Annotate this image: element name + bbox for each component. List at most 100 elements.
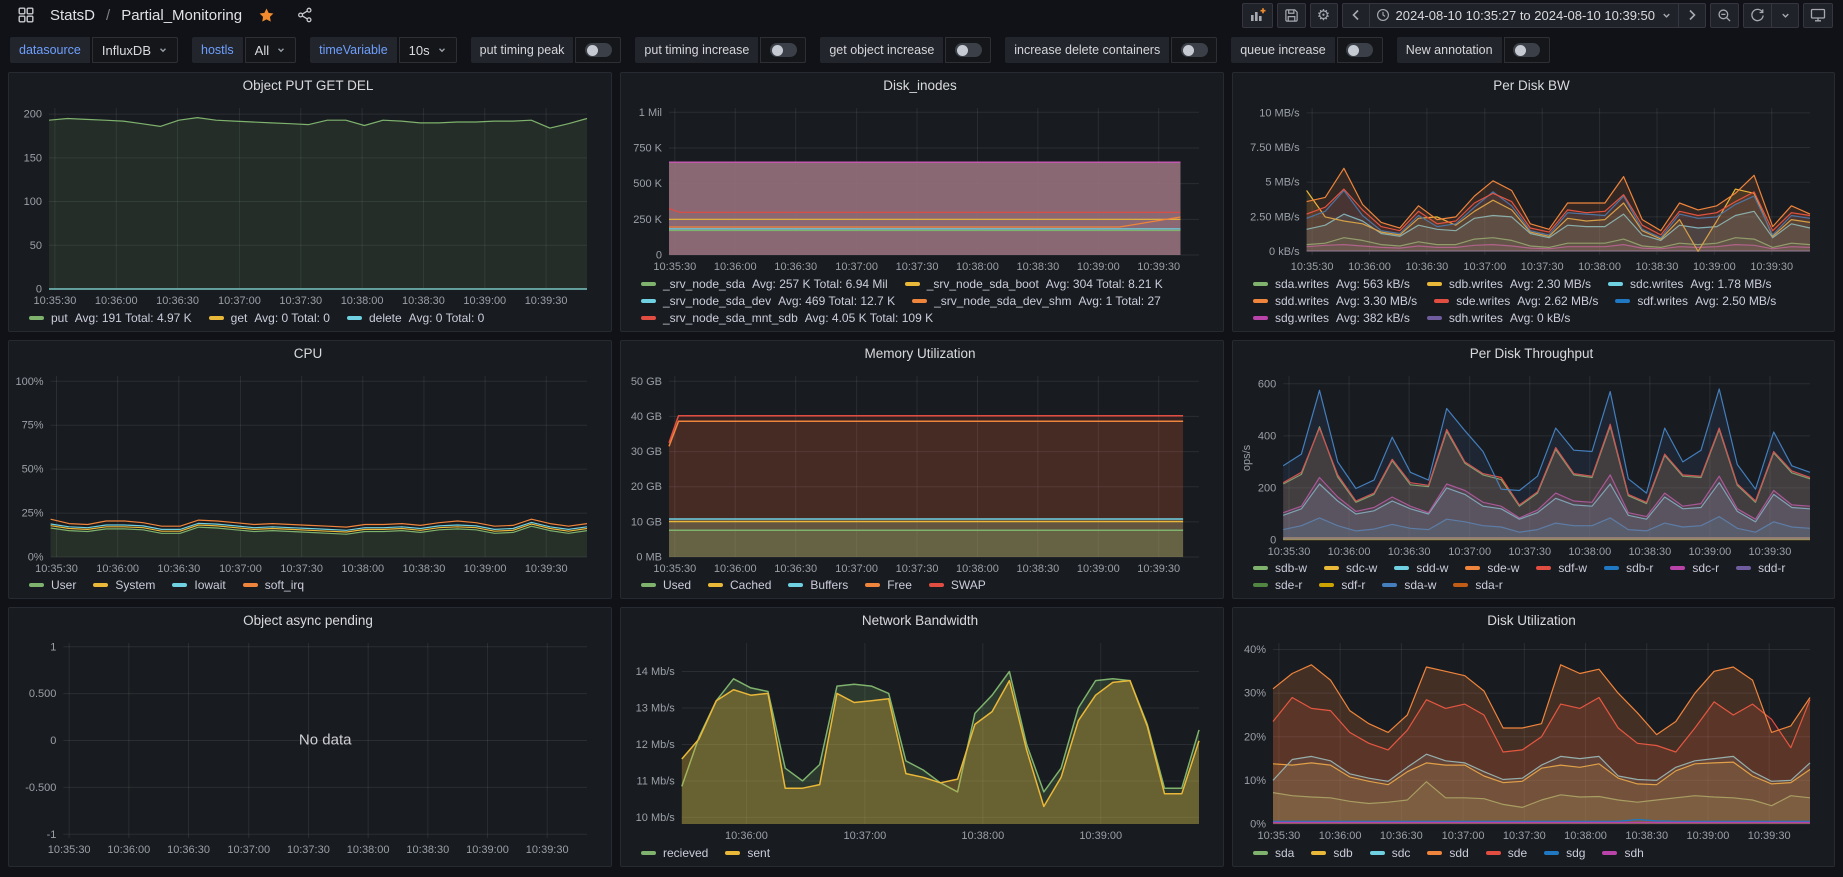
panel-title[interactable]: Network Bandwidth bbox=[627, 613, 1213, 634]
svg-text:50: 50 bbox=[30, 240, 42, 252]
legend-item-sde[interactable]: sde bbox=[1485, 846, 1527, 860]
chart-plot[interactable]: 0 kB/s 2.50 MB/s 5 MB/s 7.50 MB/s 10 MB/s 10:… bbox=[1239, 99, 1824, 275]
toggle-switch[interactable] bbox=[1336, 37, 1383, 63]
svg-text:10:37:30: 10:37:30 bbox=[1503, 830, 1546, 842]
legend-item-_srv_node_sda_dev[interactable]: _srv_node_sda_dev Avg: 469 Total: 12.7 K bbox=[641, 294, 895, 308]
legend-item-sdb.writes[interactable]: sdb.writes Avg: 2.30 MB/s bbox=[1426, 277, 1591, 291]
chart-plot[interactable]: 0% 25% 50% 75% 100% 10:35:30 10:36:00 10:36:30 1… bbox=[15, 367, 601, 577]
refresh-interval-dropdown[interactable] bbox=[1771, 2, 1799, 28]
chart-plot[interactable]: 10 Mb/s 11 Mb/s 12 Mb/s 13 Mb/s 14 Mb/s 10:36… bbox=[627, 634, 1213, 844]
zoom-out-button[interactable] bbox=[1710, 2, 1739, 28]
legend-item-sdd.writes[interactable]: sdd.writes Avg: 3.30 MB/s bbox=[1253, 294, 1417, 308]
legend-item-delete[interactable]: delete Avg: 0 Total: 0 bbox=[346, 311, 484, 325]
legend-item-soft_irq[interactable]: soft_irq bbox=[242, 578, 304, 592]
chart-plot[interactable]: 0% 10% 20% 30% 40% 10:35:30 10:36:00 10:36:30 10… bbox=[1239, 634, 1824, 844]
legend-item-Buffers[interactable]: Buffers bbox=[788, 578, 848, 592]
legend-item-sdh.writes[interactable]: sdh.writes Avg: 0 kB/s bbox=[1426, 311, 1570, 325]
grid-menu-icon[interactable] bbox=[12, 3, 40, 28]
legend-item-sda-w[interactable]: sda-w bbox=[1382, 578, 1436, 592]
legend-item-_srv_node_sda_mnt_sdb[interactable]: _srv_node_sda_mnt_sdb Avg: 4.05 K Total: … bbox=[641, 311, 933, 325]
legend-item-SWAP[interactable]: SWAP bbox=[928, 578, 986, 592]
legend-item-get[interactable]: get Avg: 0 Total: 0 bbox=[208, 311, 330, 325]
variable-value-dropdown[interactable]: All bbox=[244, 37, 297, 63]
variable-value-dropdown[interactable]: InfluxDB bbox=[91, 37, 178, 63]
panel-title[interactable]: Disk_inodes bbox=[627, 78, 1213, 99]
toggle-switch[interactable] bbox=[1503, 37, 1550, 63]
breadcrumb-page-title[interactable]: Partial_Monitoring bbox=[121, 7, 242, 24]
panel-title[interactable]: Per Disk Throughput bbox=[1239, 346, 1824, 367]
panel-title[interactable]: Disk Utilization bbox=[1239, 613, 1824, 634]
legend-item-sdf-w[interactable]: sdf-w bbox=[1536, 561, 1587, 575]
legend-series-stats: Avg: 1.78 MB/s bbox=[1690, 276, 1772, 291]
svg-text:10:39:00: 10:39:00 bbox=[463, 295, 506, 307]
legend-item-Cached[interactable]: Cached bbox=[708, 578, 771, 592]
time-range-forward-button[interactable] bbox=[1678, 2, 1706, 28]
legend-series-name: System bbox=[115, 578, 156, 593]
time-range-picker[interactable]: 2024-08-10 10:35:27 to 2024-08-10 10:39:… bbox=[1368, 2, 1679, 28]
svg-text:0%: 0% bbox=[1250, 819, 1266, 831]
panel-network-bandwidth: Network Bandwidth 10 Mb/s 11 Mb/s 12 Mb/s 1… bbox=[620, 607, 1224, 867]
legend-item-sda-r[interactable]: sda-r bbox=[1453, 578, 1503, 592]
chart-plot[interactable]: 0 200 400 600 10:35:30 10:36:00 10:36:30 10:37:… bbox=[1239, 367, 1824, 560]
legend-item-Iowait[interactable]: Iowait bbox=[172, 578, 226, 592]
panel-title[interactable]: CPU bbox=[15, 346, 601, 367]
legend-item-sdg.writes[interactable]: sdg.writes Avg: 382 kB/s bbox=[1253, 311, 1410, 325]
favorite-star-icon[interactable] bbox=[252, 3, 281, 28]
legend-item-sent[interactable]: sent bbox=[725, 846, 770, 860]
save-dashboard-button[interactable] bbox=[1276, 2, 1306, 28]
legend-series-name: sdg.writes bbox=[1275, 310, 1330, 325]
legend-item-sde-w[interactable]: sde-w bbox=[1465, 561, 1519, 575]
panel-title[interactable]: Object PUT GET DEL bbox=[15, 78, 601, 99]
legend-item-sdd[interactable]: sdd bbox=[1427, 846, 1469, 860]
share-icon[interactable] bbox=[291, 3, 319, 28]
legend-item-sde.writes[interactable]: sde.writes Avg: 2.62 MB/s bbox=[1434, 294, 1598, 308]
legend-item-sda.writes[interactable]: sda.writes Avg: 563 kB/s bbox=[1253, 277, 1410, 291]
series-line-soft_irq bbox=[50, 518, 588, 528]
breadcrumb-root[interactable]: StatsD bbox=[50, 7, 95, 24]
legend-item-_srv_node_sda[interactable]: _srv_node_sda Avg: 257 K Total: 6.94 Mil bbox=[641, 277, 888, 291]
legend-item-sda[interactable]: sda bbox=[1253, 846, 1294, 860]
svg-text:10:35:30: 10:35:30 bbox=[653, 261, 696, 273]
legend-item-sdc[interactable]: sdc bbox=[1369, 846, 1410, 860]
legend-item-sdh[interactable]: sdh bbox=[1602, 846, 1644, 860]
legend-item-sde-r[interactable]: sde-r bbox=[1253, 578, 1302, 592]
legend-item-sdf-r[interactable]: sdf-r bbox=[1319, 578, 1365, 592]
legend-item-sdb-r[interactable]: sdb-r bbox=[1604, 561, 1653, 575]
toggle-switch[interactable] bbox=[945, 37, 992, 63]
chart-plot[interactable]: 0 50 100 150 200 10:35:30 10:36:00 10:36:30 10:3… bbox=[15, 99, 601, 309]
legend-series-stats: Avg: 3.30 MB/s bbox=[1336, 293, 1418, 308]
legend-item-put[interactable]: put Avg: 191 Total: 4.97 K bbox=[29, 311, 192, 325]
kiosk-mode-button[interactable] bbox=[1803, 2, 1833, 28]
legend-item-sdd-w[interactable]: sdd-w bbox=[1394, 561, 1448, 575]
chart-plot[interactable]: -1 -0.500 0 0.500 1 10:35:30 10:36:00 10:36:30 1… bbox=[15, 634, 601, 858]
legend-item-_srv_node_sda_dev_shm[interactable]: _srv_node_sda_dev_shm Avg: 1 Total: 27 bbox=[912, 294, 1161, 308]
panel-title[interactable]: Memory Utilization bbox=[627, 346, 1213, 367]
toggle-switch[interactable] bbox=[760, 37, 807, 63]
legend-item-User[interactable]: User bbox=[29, 578, 76, 592]
add-panel-button[interactable] bbox=[1241, 2, 1273, 28]
legend-item-sdg[interactable]: sdg bbox=[1544, 846, 1585, 860]
legend-item-sdc.writes[interactable]: sdc.writes Avg: 1.78 MB/s bbox=[1608, 277, 1772, 291]
legend-item-Free[interactable]: Free bbox=[865, 578, 912, 592]
legend-item-sdb[interactable]: sdb bbox=[1311, 846, 1353, 860]
legend-item-sdf.writes[interactable]: sdf.writes Avg: 2.50 MB/s bbox=[1615, 294, 1776, 308]
toggle-switch[interactable] bbox=[1171, 37, 1218, 63]
legend-item-sdb-w[interactable]: sdb-w bbox=[1253, 561, 1307, 575]
legend-item-recieved[interactable]: recieved bbox=[641, 846, 708, 860]
refresh-button[interactable] bbox=[1743, 2, 1772, 28]
variable-value-dropdown[interactable]: 10s bbox=[398, 37, 457, 63]
svg-text:40%: 40% bbox=[1244, 644, 1266, 656]
legend-item-Used[interactable]: Used bbox=[641, 578, 691, 592]
panel-title[interactable]: Object async pending bbox=[15, 613, 601, 634]
legend-item-_srv_node_sda_boot[interactable]: _srv_node_sda_boot Avg: 304 Total: 8.21 K bbox=[904, 277, 1163, 291]
toggle-switch[interactable] bbox=[575, 37, 622, 63]
panel-title[interactable]: Per Disk BW bbox=[1239, 78, 1824, 99]
legend-item-System[interactable]: System bbox=[93, 578, 155, 592]
chart-plot[interactable]: 0 MB 10 GB 20 GB 30 GB 40 GB 50 GB 10:35:30 10:… bbox=[627, 367, 1213, 577]
legend-item-sdc-r[interactable]: sdc-r bbox=[1670, 561, 1719, 575]
chart-plot[interactable]: 0 250 K 500 K 750 K 1 Mil 10:35:30 10:36:00 10:… bbox=[627, 99, 1213, 275]
dashboard-settings-button[interactable]: ⚙ bbox=[1309, 2, 1338, 28]
time-range-back-button[interactable] bbox=[1341, 2, 1370, 28]
legend-item-sdc-w[interactable]: sdc-w bbox=[1324, 561, 1377, 575]
legend-item-sdd-r[interactable]: sdd-r bbox=[1736, 561, 1785, 575]
